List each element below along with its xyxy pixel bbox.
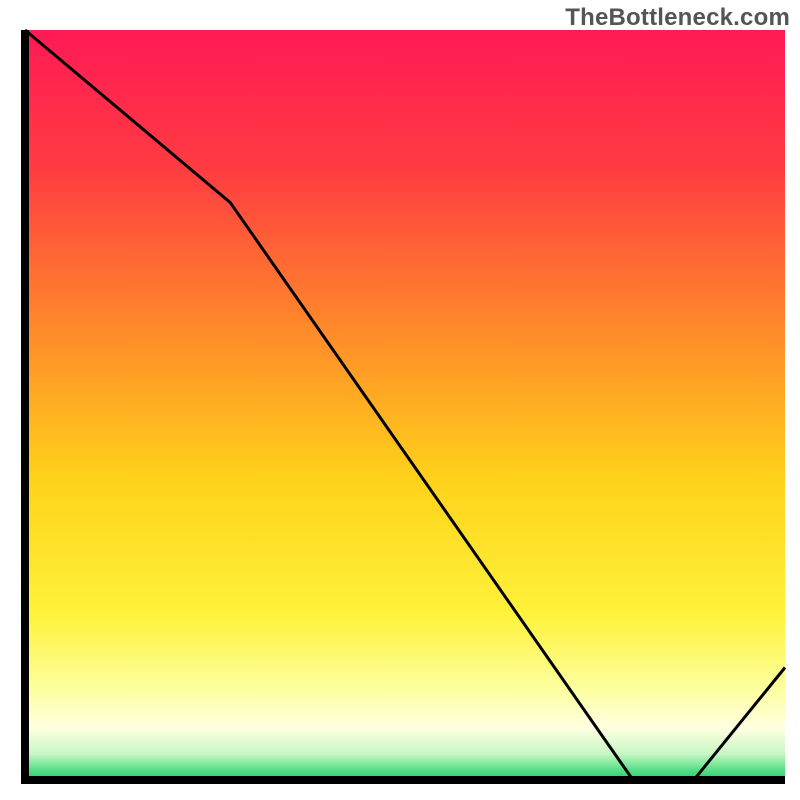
bottleneck-chart bbox=[0, 0, 800, 800]
chart-stage: TheBottleneck.com bbox=[0, 0, 800, 800]
plot-background bbox=[25, 30, 785, 780]
